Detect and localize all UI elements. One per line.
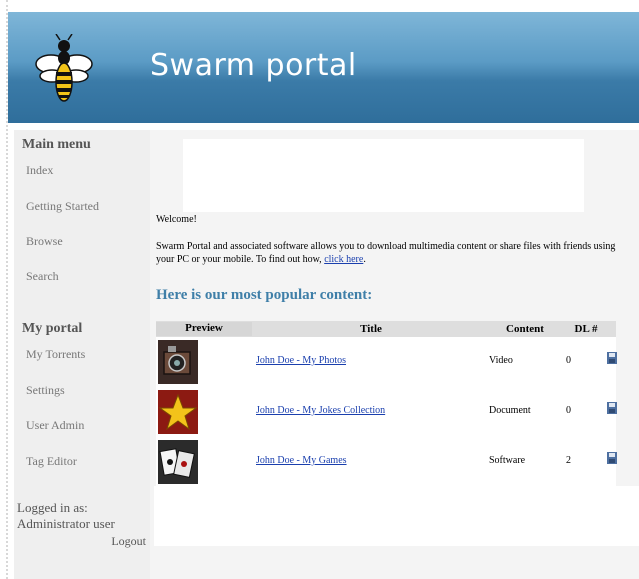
column-preview: Preview [156,322,252,336]
row-title-link[interactable]: John Doe - My Photos [256,355,346,366]
star-thumbnail [158,390,198,434]
camera-thumbnail [158,340,198,384]
page-edge [0,0,8,579]
table-header: Preview Title Content DL # [156,321,616,337]
sidebar-item-search[interactable]: Search [26,269,59,284]
click-here-link[interactable]: click here [324,254,363,265]
column-title: Title [360,323,382,335]
popular-content-heading: Here is our most popular content: [156,287,373,303]
intro-paragraph: Swarm Portal and associated software all… [156,240,626,266]
main-menu-heading: Main menu [22,137,91,152]
save-icon[interactable] [607,352,617,364]
my-portal-heading: My portal [22,321,83,336]
sidebar-item-user-admin[interactable]: User Admin [26,418,84,433]
sidebar-item-browse[interactable]: Browse [26,234,63,249]
intro-text: Swarm Portal and associated software all… [156,241,616,265]
bee-logo-icon [35,34,93,102]
row-content-type: Software [489,455,526,466]
row-content-type: Document [489,405,531,416]
sidebar: Main menu Index Getting Started Browse S… [14,130,150,579]
row-download-count: 0 [566,405,571,416]
table-row: John Doe - My Photos Video 0 [156,337,617,387]
row-download-count: 0 [566,355,571,366]
main-content: Welcome! Swarm Portal and associated sof… [150,130,639,579]
cards-thumbnail [158,440,198,484]
row-title-link[interactable]: John Doe - My Jokes Collection [256,405,385,416]
welcome-text: Welcome! [156,214,197,225]
logout-link[interactable]: Logout [111,534,146,549]
sidebar-item-my-torrents[interactable]: My Torrents [26,347,85,362]
logged-in-label: Logged in as: [17,500,88,515]
sidebar-item-tag-editor[interactable]: Tag Editor [26,454,77,469]
intro-end: . [363,254,366,265]
save-icon[interactable] [607,452,617,464]
site-title: Swarm portal [150,48,357,83]
footer-area [154,486,639,546]
column-dl-count: DL # [574,323,598,335]
sidebar-item-getting-started[interactable]: Getting Started [26,199,99,214]
row-download-count: 2 [566,455,571,466]
sidebar-item-settings[interactable]: Settings [26,383,65,398]
site-header: Swarm portal [8,12,639,123]
row-content-type: Video [489,355,513,366]
user-name: Administrator user [17,516,115,531]
banner-area [183,139,584,212]
table-row: John Doe - My Jokes Collection Document … [156,387,617,437]
table-row: John Doe - My Games Software 2 [156,437,617,487]
column-content: Content [506,323,544,335]
save-icon[interactable] [607,402,617,414]
popular-content-table: Preview Title Content DL # John Doe - My… [156,321,617,487]
sidebar-item-index[interactable]: Index [26,163,53,178]
row-title-link[interactable]: John Doe - My Games [256,455,347,466]
